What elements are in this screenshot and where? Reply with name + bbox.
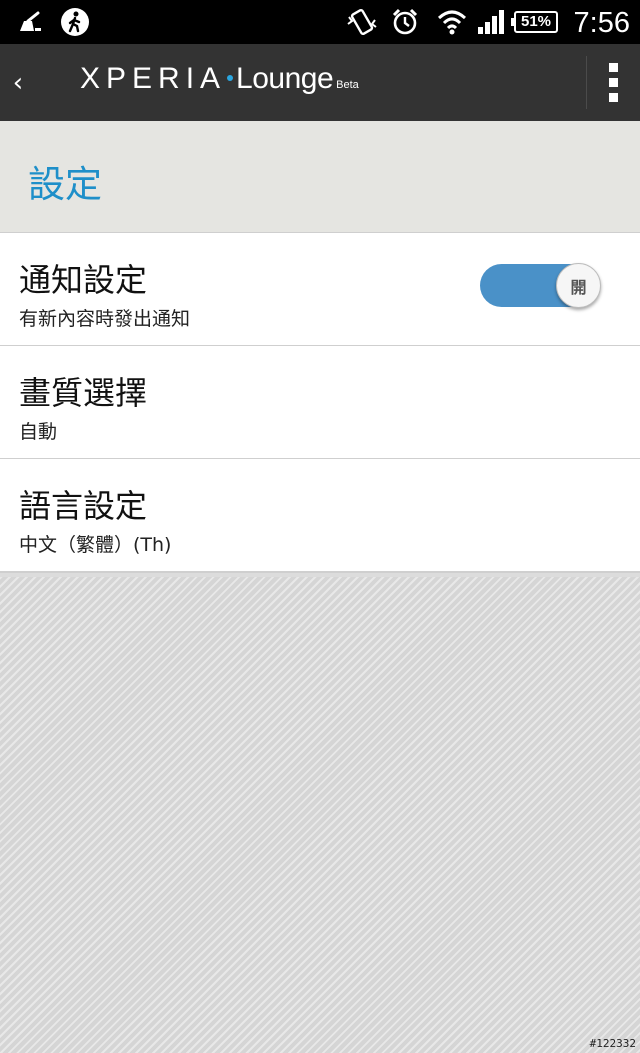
settings-list: 通知設定 有新內容時發出通知 開 畫質選擇 自動 語言設定 中文（繁體）(Th) xyxy=(0,232,640,573)
logo-xperia-text: XPERIA xyxy=(80,62,227,95)
cleaner-icon xyxy=(16,0,46,44)
setting-language[interactable]: 語言設定 中文（繁體）(Th) xyxy=(0,458,640,573)
signal-icon xyxy=(474,0,508,44)
setting-subtitle: 自動 xyxy=(19,421,58,443)
overflow-dot-icon xyxy=(609,78,618,87)
action-bar: ‹ XPERIA Lounge Beta xyxy=(0,44,640,121)
page-title: 設定 xyxy=(28,163,102,206)
setting-video-quality[interactable]: 畫質選擇 自動 xyxy=(0,345,640,458)
walking-icon xyxy=(58,0,92,44)
setting-notifications[interactable]: 通知設定 有新內容時發出通知 開 xyxy=(0,232,640,345)
logo-dot xyxy=(227,75,234,81)
logo-lounge-text: Lounge xyxy=(236,62,334,95)
setting-subtitle: 有新內容時發出通知 xyxy=(19,308,191,330)
setting-title: 畫質選擇 xyxy=(19,374,148,412)
status-time: 7:56 xyxy=(573,7,630,39)
chevron-left-icon: ‹ xyxy=(12,67,24,98)
overflow-dot-icon xyxy=(609,93,618,102)
wifi-icon xyxy=(434,0,470,44)
back-button[interactable]: ‹ xyxy=(0,44,36,121)
battery-icon: 51% xyxy=(511,11,558,33)
setting-title: 通知設定 xyxy=(19,261,148,299)
alarm-icon xyxy=(388,0,422,44)
setting-title: 語言設定 xyxy=(19,487,148,525)
app-logo: XPERIA Lounge Beta xyxy=(80,62,359,106)
overflow-menu-button[interactable] xyxy=(587,44,640,121)
page-header: 設定 xyxy=(0,121,640,232)
setting-subtitle: 中文（繁體）(Th) xyxy=(19,534,172,556)
toggle-knob: 開 xyxy=(556,263,601,308)
watermark-text: #122332 xyxy=(589,1037,636,1050)
vibrate-icon xyxy=(344,0,380,44)
overflow-dot-icon xyxy=(609,63,618,72)
status-bar: 51% 7:56 xyxy=(0,0,640,44)
empty-background: #122332 xyxy=(0,577,640,1053)
notifications-toggle[interactable]: 開 xyxy=(480,263,601,308)
logo-beta-badge: Beta xyxy=(336,79,359,91)
